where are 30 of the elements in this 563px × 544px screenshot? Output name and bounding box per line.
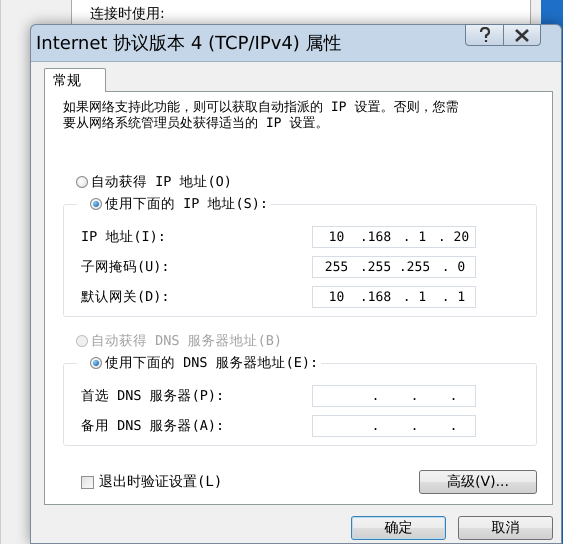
radio-label[interactable]: 使用下面的 IP 地址(S): (105, 195, 268, 213)
ip-address-field[interactable]: . . . (312, 415, 476, 437)
ok-button[interactable]: 确定 (351, 516, 446, 540)
field-label: 首选 DNS 服务器(P): (81, 387, 224, 405)
description-text: 要从网络系统管理员处获得适当的 IP 设置。 (63, 116, 328, 132)
radio-button[interactable] (90, 357, 102, 369)
field-label: 子网掩码(U): (81, 258, 170, 276)
tab[interactable]: 常规 (44, 68, 106, 92)
radio-button[interactable] (76, 176, 88, 188)
ip-address-field[interactable]: 10 .168 . 1 . 20 (312, 226, 476, 248)
field-label: 备用 DNS 服务器(A): (81, 417, 224, 435)
close-button[interactable] (503, 24, 541, 46)
checkbox[interactable] (81, 476, 94, 488)
field-label: 默认网关(D): (81, 288, 170, 306)
field-label: IP 地址(I): (81, 228, 166, 246)
radio-button[interactable] (90, 198, 102, 210)
ip-address-field[interactable]: 255 .255 .255 . 0 (312, 256, 476, 278)
help-icon (478, 27, 490, 43)
close-icon (514, 28, 530, 42)
advanced-button[interactable]: 高级(V)... (419, 470, 537, 494)
description-text: 如果网络支持此功能，则可以获取自动指派的 IP 设置。否则，您需 (63, 100, 458, 116)
checkbox-label[interactable]: 退出时验证设置(L) (99, 473, 222, 491)
window-title: Internet 协议版本 4 (TCP/IPv4) 属性 (36, 32, 342, 55)
ip-address-field[interactable]: 10 .168 . 1 . 1 (312, 286, 476, 308)
help-button[interactable] (465, 24, 503, 46)
radio-label[interactable]: 使用下面的 DNS 服务器地址(E): (105, 354, 318, 372)
cancel-button[interactable]: 取消 (458, 516, 553, 540)
background-window-label: 连接时使用: (90, 5, 165, 23)
radio-label[interactable]: 自动获得 IP 地址(O) (91, 173, 232, 191)
ip-address-field[interactable]: . . . (312, 385, 476, 407)
